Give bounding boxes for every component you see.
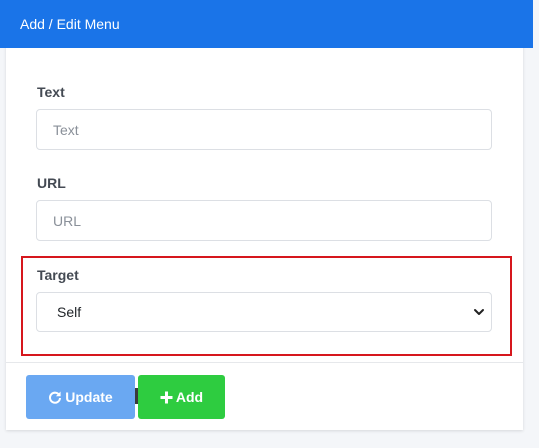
text-input[interactable] xyxy=(36,109,492,150)
update-button-label: Update xyxy=(65,389,113,405)
update-button[interactable]: Update xyxy=(26,375,135,419)
add-button[interactable]: Add xyxy=(138,375,225,419)
url-field-label: URL xyxy=(37,175,66,191)
refresh-icon xyxy=(49,391,62,404)
target-select-value: Self xyxy=(57,304,82,320)
text-field-label: Text xyxy=(37,84,65,100)
chevron-down-icon xyxy=(474,309,484,315)
target-select[interactable]: Self xyxy=(36,292,492,332)
plus-icon xyxy=(160,391,173,403)
card-footer-divider xyxy=(6,362,523,363)
target-field-label: Target xyxy=(37,267,79,283)
card-header: Add / Edit Menu xyxy=(0,0,533,48)
add-button-label: Add xyxy=(175,389,204,405)
url-input[interactable] xyxy=(36,200,492,241)
card-title: Add / Edit Menu xyxy=(20,16,120,32)
